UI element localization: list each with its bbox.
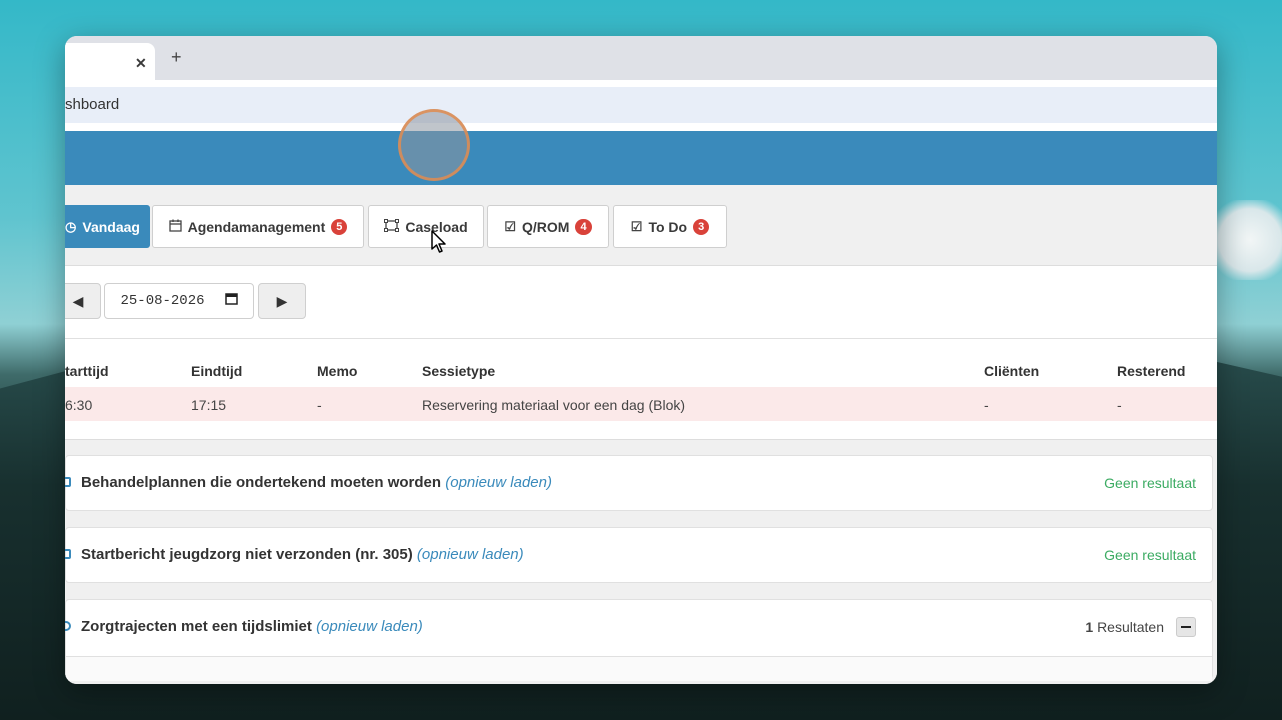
browser-window: ✕ + shboard ◷ Vandaag Agendamanagement 5…	[65, 36, 1217, 684]
panel-title: Startbericht jeugdzorg niet verzonden (n…	[81, 546, 524, 563]
results-count: 1 Resultaten	[1085, 619, 1164, 635]
table-cell: 6:30	[65, 397, 93, 413]
address-bar[interactable]: shboard	[65, 87, 1217, 123]
main-nav: ◷ Vandaag Agendamanagement 5 Caseload ☑ …	[65, 185, 1217, 266]
notification-badge: 5	[331, 218, 348, 235]
tab-label: Q/ROM	[522, 218, 570, 235]
column-header[interactable]: Sessietype	[422, 363, 495, 379]
tab-caseload[interactable]: Caseload	[368, 205, 484, 248]
tab-vandaag[interactable]: ◷ Vandaag	[65, 205, 150, 248]
reload-link[interactable]: (opnieuw laden)	[445, 474, 552, 491]
tab-todo[interactable]: ☑ To Do 3	[613, 205, 727, 248]
date-value: 25-08-2026	[120, 293, 205, 309]
tab-bar: ✕ +	[65, 36, 1217, 80]
panel-icon	[65, 477, 71, 487]
app-header	[65, 131, 1217, 185]
panel-icon	[65, 549, 71, 559]
panel-title: Zorgtrajecten met een tijdslimiet (opnie…	[81, 618, 423, 635]
mouse-pointer-icon	[431, 230, 446, 253]
tab-label: To Do	[648, 218, 688, 235]
column-header[interactable]: Memo	[317, 363, 357, 379]
panel-subtable	[66, 656, 1212, 681]
address-text: shboard	[65, 96, 120, 113]
session-table: tarttijd Eindtijd Memo Sessietype Cliënt…	[65, 339, 1217, 440]
browser-tab[interactable]: ✕	[65, 43, 155, 80]
panel-title: Behandelplannen die ondertekend moeten w…	[81, 474, 552, 491]
table-cell: -	[984, 397, 989, 413]
tab-agendamanagement[interactable]: Agendamanagement 5	[152, 205, 364, 248]
table-cell: Reservering materiaal voor een dag (Blok…	[422, 397, 686, 413]
date-input[interactable]: 25-08-2026	[104, 283, 254, 319]
reload-link[interactable]: (opnieuw laden)	[417, 546, 524, 563]
reload-link[interactable]: (opnieuw laden)	[316, 618, 423, 635]
panel-title-text: Zorgtrajecten met een tijdslimiet	[81, 618, 312, 635]
dashboard-panels: Behandelplannen die ondertekend moeten w…	[65, 440, 1217, 684]
minus-icon	[1181, 626, 1191, 628]
table-cell: -	[1117, 397, 1122, 413]
table-cell: 17:15	[191, 397, 227, 413]
tab-label: Agendamanagement	[187, 218, 326, 235]
panel-behandelplannen: Behandelplannen die ondertekend moeten w…	[65, 455, 1213, 511]
column-header[interactable]: Resterend	[1117, 363, 1185, 379]
calendar-icon	[168, 219, 182, 235]
date-navigation: ◀ 25-08-2026 ▶	[65, 266, 1217, 339]
notification-badge: 4	[575, 218, 592, 235]
column-header[interactable]: Eindtijd	[191, 363, 242, 379]
checkbox-icon: ☑	[504, 218, 517, 234]
panel-icon	[65, 621, 71, 631]
caseload-icon	[384, 218, 400, 235]
close-tab-icon[interactable]: ✕	[135, 55, 147, 72]
next-day-button[interactable]: ▶	[258, 283, 306, 319]
panel-title-text: Startbericht jeugdzorg niet verzonden (n…	[81, 546, 413, 563]
panel-startbericht: Startbericht jeugdzorg niet verzonden (n…	[65, 527, 1213, 583]
previous-day-button[interactable]: ◀	[65, 283, 101, 319]
tab-label: Vandaag	[82, 218, 140, 235]
table-cell: -	[317, 397, 322, 413]
checkbox-icon: ☑	[630, 218, 643, 234]
table-row[interactable]: 6:30 17:15 - Reservering materiaal voor …	[65, 387, 1217, 421]
arrow-left-icon: ◀	[72, 292, 84, 309]
click-highlight	[398, 109, 470, 181]
column-header[interactable]: Cliënten	[984, 363, 1039, 379]
panel-zorgtrajecten: Zorgtrajecten met een tijdslimiet (opnie…	[65, 599, 1213, 681]
arrow-right-icon: ▶	[276, 292, 288, 309]
calendar-icon[interactable]	[224, 292, 238, 310]
status-text: Geen resultaat	[1104, 475, 1196, 491]
panel-title-text: Behandelplannen die ondertekend moeten w…	[81, 474, 442, 491]
notification-badge: 3	[693, 218, 710, 235]
column-header[interactable]: tarttijd	[65, 363, 109, 379]
collapse-button[interactable]	[1176, 617, 1196, 637]
results-label: Resultaten	[1097, 619, 1164, 635]
results-number: 1	[1085, 619, 1094, 635]
tab-qrom[interactable]: ☑ Q/ROM 4	[487, 205, 609, 248]
clock-icon: ◷	[65, 218, 77, 234]
new-tab-button[interactable]: +	[171, 47, 182, 68]
status-text: Geen resultaat	[1104, 547, 1196, 563]
